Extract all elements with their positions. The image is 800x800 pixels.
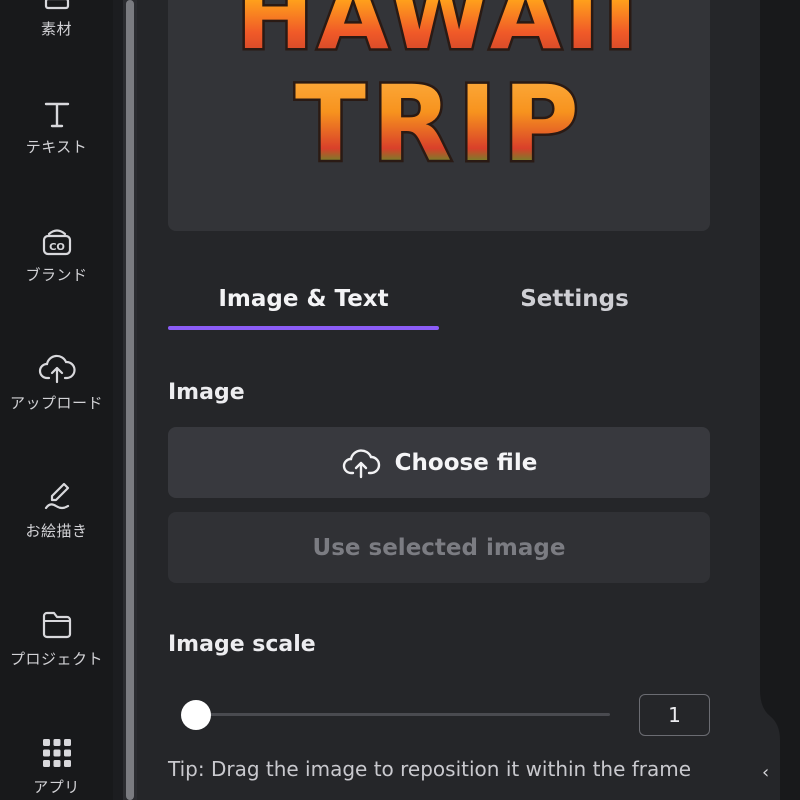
hawaii-trip-artwork: HAWAII TRIP: [234, 0, 641, 188]
use-selected-image-label: Use selected image: [312, 534, 566, 561]
cloud-upload-icon: [342, 448, 380, 478]
panel-scrollbar-thumb[interactable]: [126, 0, 134, 800]
choose-file-label: Choose file: [394, 449, 538, 476]
artwork-line-2: TRIP: [295, 63, 585, 185]
rail-item-label: ブランド: [25, 266, 88, 284]
rail-item-text[interactable]: テキスト: [0, 98, 113, 157]
collapse-panel-tab[interactable]: [750, 690, 800, 800]
rail-item-label: プロジェクト: [9, 650, 103, 668]
preview-image: HAWAII TRIP: [168, 0, 710, 231]
rail-item-label: アップロード: [9, 394, 103, 412]
image-scale-slider-thumb[interactable]: [181, 700, 211, 730]
use-selected-image-button[interactable]: Use selected image: [168, 512, 710, 583]
rail-item-apps[interactable]: アプリ: [0, 736, 113, 797]
tab-settings[interactable]: Settings: [439, 268, 710, 330]
brand-icon: CO: [42, 229, 71, 256]
text-icon: [44, 102, 69, 128]
choose-file-button[interactable]: Choose file: [168, 427, 710, 498]
rail-item-label: アプリ: [33, 778, 80, 796]
apps-icon: [42, 739, 71, 767]
rail-item-label: お絵描き: [25, 522, 88, 540]
draw-icon: [44, 482, 69, 510]
image-scale-slider-track[interactable]: [196, 713, 610, 716]
rail-item-draw[interactable]: お絵描き: [0, 480, 113, 541]
canvas-area-edge: [760, 0, 800, 800]
folder-icon: [42, 611, 71, 639]
elements-icon: [44, 0, 69, 10]
artwork-line-1: HAWAII: [236, 0, 641, 70]
upload-icon: [38, 354, 76, 384]
tab-image-and-text[interactable]: Image & Text: [168, 268, 439, 330]
rail-item-brand[interactable]: CO ブランド: [0, 224, 113, 285]
svg-text:CO: CO: [49, 242, 65, 253]
active-tab-indicator: [168, 326, 439, 330]
chevron-left-icon[interactable]: ‹: [762, 762, 769, 783]
rail-divider: [113, 0, 123, 800]
rail-item-elements[interactable]: 素材: [0, 0, 113, 39]
rail-item-label: 素材: [40, 20, 72, 38]
rail-item-upload[interactable]: アップロード: [0, 352, 113, 413]
left-rail: 素材 テキスト CO ブランド アップロード お絵描き プロジェクト アプリ: [0, 0, 113, 800]
image-scale-label: Image scale: [168, 632, 316, 657]
image-scale-input[interactable]: 1: [639, 694, 710, 736]
rail-item-projects[interactable]: プロジェクト: [0, 608, 113, 669]
rail-item-label: テキスト: [25, 138, 88, 156]
image-section-label: Image: [168, 380, 245, 405]
panel-tabs: Image & Text Settings: [168, 268, 710, 332]
tip-text: Tip: Drag the image to reposition it wit…: [168, 757, 692, 781]
